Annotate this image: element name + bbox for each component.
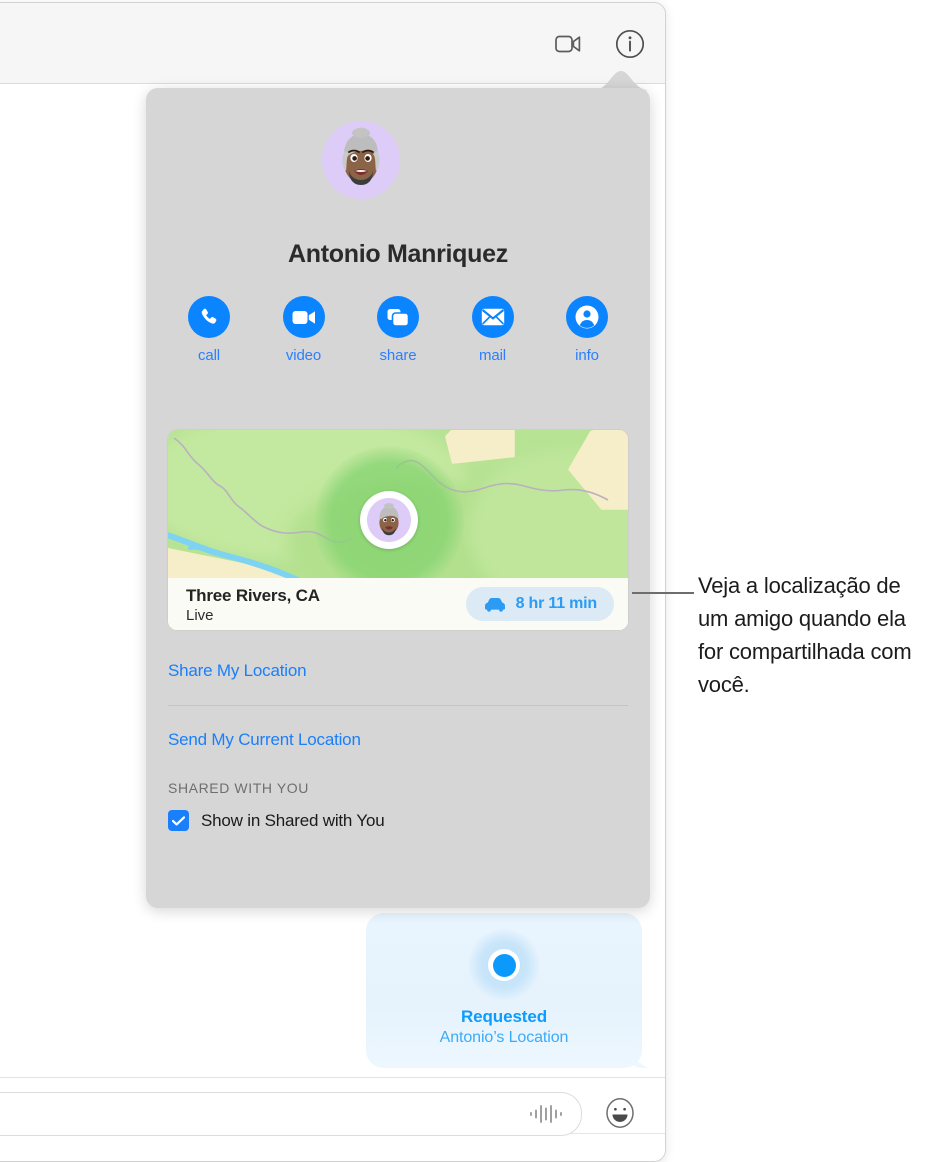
action-share-label: share xyxy=(379,347,417,364)
action-info-button[interactable]: info xyxy=(550,296,624,364)
share-my-location-link[interactable]: Share My Location xyxy=(168,661,307,681)
map-view[interactable] xyxy=(168,430,628,578)
action-mail-label: mail xyxy=(478,347,507,364)
facetime-video-button[interactable] xyxy=(549,25,587,63)
show-in-shared-label: Show in Shared with You xyxy=(201,810,385,830)
map-card-footer: Three Rivers, CA Live 8 hr 11 min xyxy=(168,578,628,630)
toolbar-actions xyxy=(549,25,649,63)
action-call-label: call xyxy=(197,347,221,364)
message-input-field[interactable] xyxy=(0,1092,582,1136)
emoji-picker-button[interactable] xyxy=(602,1095,638,1131)
memoji-avatar xyxy=(322,121,400,199)
action-info-label: info xyxy=(575,347,599,364)
checkmark-icon xyxy=(172,815,185,825)
callout-text: Veja a localização de um amigo quando el… xyxy=(698,573,912,697)
show-in-shared-with-you-row[interactable]: Show in Shared with You xyxy=(168,810,385,831)
map-place-name: Three Rivers, CA xyxy=(186,586,320,605)
action-video-button[interactable]: video xyxy=(267,296,341,364)
message-input-bar xyxy=(0,1077,665,1161)
memoji-avatar xyxy=(367,498,411,542)
info-circle-icon xyxy=(615,29,645,59)
memoji-map-pin[interactable] xyxy=(360,491,418,549)
eta-badge[interactable]: 8 hr 11 min xyxy=(465,587,614,621)
send-my-current-location-link[interactable]: Send My Current Location xyxy=(168,730,361,750)
screen-share-icon xyxy=(387,308,409,327)
video-camera-icon xyxy=(555,35,581,53)
envelope-icon xyxy=(481,308,504,326)
map-live-status: Live xyxy=(186,607,214,624)
action-share-button[interactable]: share xyxy=(361,296,435,364)
action-call-button[interactable]: call xyxy=(172,296,246,364)
message-bubble-location-request[interactable]: Requested Antonio’s Location xyxy=(366,913,642,1068)
action-video-label: video xyxy=(285,347,322,364)
popover-divider xyxy=(168,705,628,706)
eta-value: 8 hr 11 min xyxy=(515,595,598,612)
shared-with-you-section-label: SHARED WITH YOU xyxy=(168,780,309,796)
callout-leader-line xyxy=(632,592,694,594)
screenshot-root: Requested Antonio’s Location Antonio Man… xyxy=(0,0,936,1162)
bubble-title: Requested xyxy=(460,1007,547,1026)
contact-card-icon xyxy=(575,305,599,329)
avatar xyxy=(322,121,400,199)
video-camera-icon xyxy=(292,310,315,324)
popover-arrow xyxy=(592,70,652,91)
audio-waveform-icon[interactable] xyxy=(529,1104,563,1124)
location-map-card[interactable]: Three Rivers, CA Live 8 hr 11 min xyxy=(168,430,628,630)
details-info-button[interactable] xyxy=(611,25,649,63)
car-icon xyxy=(484,597,505,612)
action-mail-button[interactable]: mail xyxy=(456,296,530,364)
smiley-face-icon xyxy=(606,1098,634,1128)
bubble-subtitle: Antonio’s Location xyxy=(439,1029,569,1046)
contact-name: Antonio Manriquez xyxy=(288,240,508,268)
phone-icon xyxy=(201,308,217,324)
location-pin-icon xyxy=(468,929,540,1001)
show-in-shared-checkbox[interactable] xyxy=(168,810,189,831)
window-toolbar xyxy=(0,3,665,84)
contact-details-popover: Antonio Manriquez call video share mail … xyxy=(146,88,650,908)
quick-actions-row: call video share mail info xyxy=(172,296,624,364)
